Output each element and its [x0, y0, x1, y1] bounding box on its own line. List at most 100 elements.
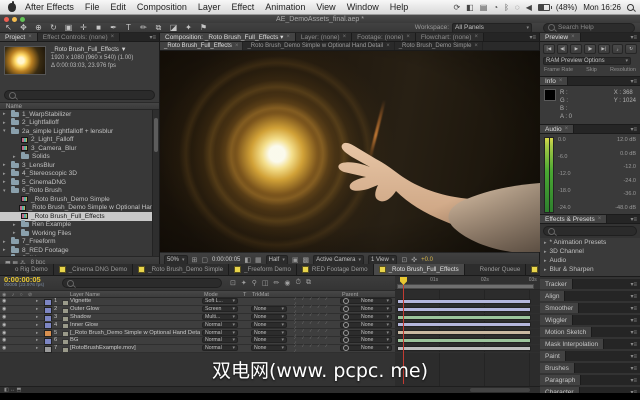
timeline-layer-row[interactable]: 3 Shadow Multi... None ∕ ∕ ∕ ∕ ∕ ∕ None	[0, 314, 540, 322]
layer-name[interactable]: Vignette	[70, 298, 200, 305]
twirl-icon[interactable]	[13, 154, 18, 160]
status-icon[interactable]: ◧	[466, 3, 474, 12]
eye-icon[interactable]	[2, 306, 6, 313]
panel-menu-icon[interactable]	[630, 126, 640, 133]
project-tree-item[interactable]: 2_Light_Falloff	[0, 136, 159, 145]
spotlight-icon[interactable]	[627, 4, 634, 11]
panel-tab[interactable]: Smoother	[540, 303, 579, 313]
workspace-dropdown[interactable]: All Panels	[452, 23, 532, 33]
layer-duration-bar[interactable]	[397, 330, 531, 335]
panel-tab[interactable]: Wiggler	[540, 315, 573, 325]
menu-clock[interactable]: Mon 16:26	[583, 3, 621, 12]
layer-duration-bar[interactable]	[397, 307, 531, 312]
twirl-icon[interactable]	[3, 128, 8, 134]
timeline-tab[interactable]: RED Footage Demo	[297, 264, 374, 275]
mini-flowchart-icon[interactable]: ⊡	[230, 279, 236, 287]
transport-button[interactable]: ♪	[612, 44, 624, 54]
effects-category[interactable]: Audio	[540, 256, 640, 265]
panel-menu-icon[interactable]	[630, 34, 640, 41]
menu-item[interactable]: Edit	[110, 2, 126, 12]
graph-editor-icon[interactable]: ⧉	[306, 279, 311, 287]
tool-icon[interactable]: ⊕	[34, 24, 43, 32]
comp-tab[interactable]: _Roto Brush_Demo Simple	[395, 42, 483, 50]
panel-tab[interactable]: Effects & Presets	[540, 215, 607, 223]
effects-search-input[interactable]	[543, 226, 637, 236]
roi-icon[interactable]: ▣	[292, 256, 299, 264]
trkmat-dropdown[interactable]: None	[251, 345, 287, 351]
timeline-tab[interactable]: _Roto Brush_Full_Effects	[374, 264, 465, 275]
layer-name[interactable]: Outer Glow	[70, 306, 200, 313]
project-tree-item[interactable]: Ren Example	[0, 221, 159, 230]
layer-name[interactable]: Shadow	[70, 314, 200, 321]
parent-dropdown[interactable]: None	[340, 314, 392, 320]
layer-switches[interactable]: ∕ ∕ ∕ ∕ ∕ ∕	[295, 345, 337, 352]
project-tree-item[interactable]: 3_LensBlur	[0, 161, 159, 170]
layer-name[interactable]: [_Roto Brush_Demo Simple w Optional Hand…	[70, 329, 200, 336]
mode-dropdown[interactable]: Normal	[202, 345, 238, 351]
viewer-timecode[interactable]: 0:00:00:05	[212, 257, 240, 263]
exposure-value[interactable]: +0.0	[421, 257, 433, 263]
panel-tab[interactable]: Mask Interpolation	[540, 339, 604, 349]
project-name-column-header[interactable]: Name	[0, 102, 159, 110]
tool-icon[interactable]: ✏	[139, 24, 148, 32]
transport-button[interactable]: ▶	[570, 44, 582, 54]
tool-icon[interactable]: ↖	[4, 24, 13, 32]
trkmat-dropdown[interactable]: None	[251, 306, 287, 312]
current-time-display[interactable]: 0:00:00:05 00005 (23.976 fps)	[0, 277, 60, 289]
trkmat-dropdown[interactable]: None	[251, 322, 287, 328]
menu-item[interactable]: File	[85, 2, 100, 12]
layer-twirl-icon[interactable]	[36, 337, 38, 344]
trkmat-dropdown[interactable]: None	[251, 330, 287, 336]
layer-name[interactable]: Inner Glow	[70, 321, 200, 328]
ram-preview-dropdown[interactable]: RAM Preview Options	[543, 57, 631, 65]
camera-dropdown[interactable]: Active Camera	[313, 255, 364, 265]
draft3d-icon[interactable]: ✦	[241, 279, 247, 287]
transport-button[interactable]: |▶	[584, 44, 596, 54]
frame-blend-icon[interactable]: ◫	[262, 279, 269, 287]
panel-tab[interactable]: Effect Controls: (none)	[38, 33, 120, 41]
work-area-bar[interactable]	[397, 284, 534, 289]
mode-dropdown[interactable]: Screen	[202, 306, 238, 312]
twirl-icon[interactable]	[3, 188, 8, 194]
menu-item[interactable]: Composition	[137, 2, 187, 12]
timeline-search-input[interactable]	[62, 278, 222, 288]
grid-guides-icon[interactable]: ⊞	[192, 256, 198, 264]
panel-menu-icon[interactable]	[529, 34, 539, 41]
menu-item[interactable]: After Effects	[25, 2, 74, 12]
mode-dropdown[interactable]: Soft L...	[202, 298, 238, 304]
project-tree-item[interactable]: 6_Roto Brush	[0, 187, 159, 196]
panel-tab[interactable]: Align	[540, 291, 565, 301]
panel-tab[interactable]: Info	[540, 77, 568, 85]
project-tree-item[interactable]: Working Files	[0, 229, 159, 238]
timeline-layer-row[interactable]: 5 [_Roto Brush_Demo Simple w Optional Ha…	[0, 329, 540, 337]
panel-tab[interactable]: Audio	[540, 125, 574, 133]
twirl-icon[interactable]	[13, 222, 18, 228]
tool-icon[interactable]: ⚑	[199, 24, 208, 32]
composition-viewer[interactable]	[160, 51, 540, 252]
effects-category[interactable]: * Animation Presets	[540, 238, 640, 247]
layer-twirl-icon[interactable]	[36, 306, 38, 313]
timeline-tab[interactable]: _Freeform Demo	[229, 264, 297, 275]
panel-menu-icon[interactable]	[630, 305, 640, 312]
parent-dropdown[interactable]: None	[340, 330, 392, 336]
panel-menu-icon[interactable]	[630, 216, 640, 223]
trkmat-dropdown[interactable]: None	[251, 337, 287, 343]
parent-dropdown[interactable]: None	[340, 306, 392, 312]
project-tree-item[interactable]: 4_Stereoscopic 3D	[0, 170, 159, 179]
twirl-icon[interactable]	[3, 179, 8, 185]
twirl-icon[interactable]	[3, 247, 8, 253]
resolution-dropdown[interactable]: Half	[266, 255, 288, 265]
label-color-swatch[interactable]	[44, 346, 52, 353]
time-ruler[interactable]: 01s02s03s	[395, 276, 540, 290]
panel-tab[interactable]: Tracker	[540, 279, 573, 289]
panel-menu-icon[interactable]	[630, 341, 640, 348]
layer-twirl-icon[interactable]	[36, 298, 38, 305]
tool-icon[interactable]: ⧉	[154, 24, 163, 32]
comp-tab[interactable]: _Roto Brush_Demo Simple w Optional Hand …	[243, 42, 394, 50]
menu-item[interactable]: Help	[390, 2, 409, 12]
layer-name[interactable]: BG	[70, 337, 200, 344]
eye-icon[interactable]	[2, 337, 6, 344]
status-icon[interactable]: ▤	[480, 3, 488, 12]
project-tree-item[interactable]: _Roto Brush_Demo Simple	[0, 195, 159, 204]
tool-icon[interactable]: ✛	[79, 24, 88, 32]
